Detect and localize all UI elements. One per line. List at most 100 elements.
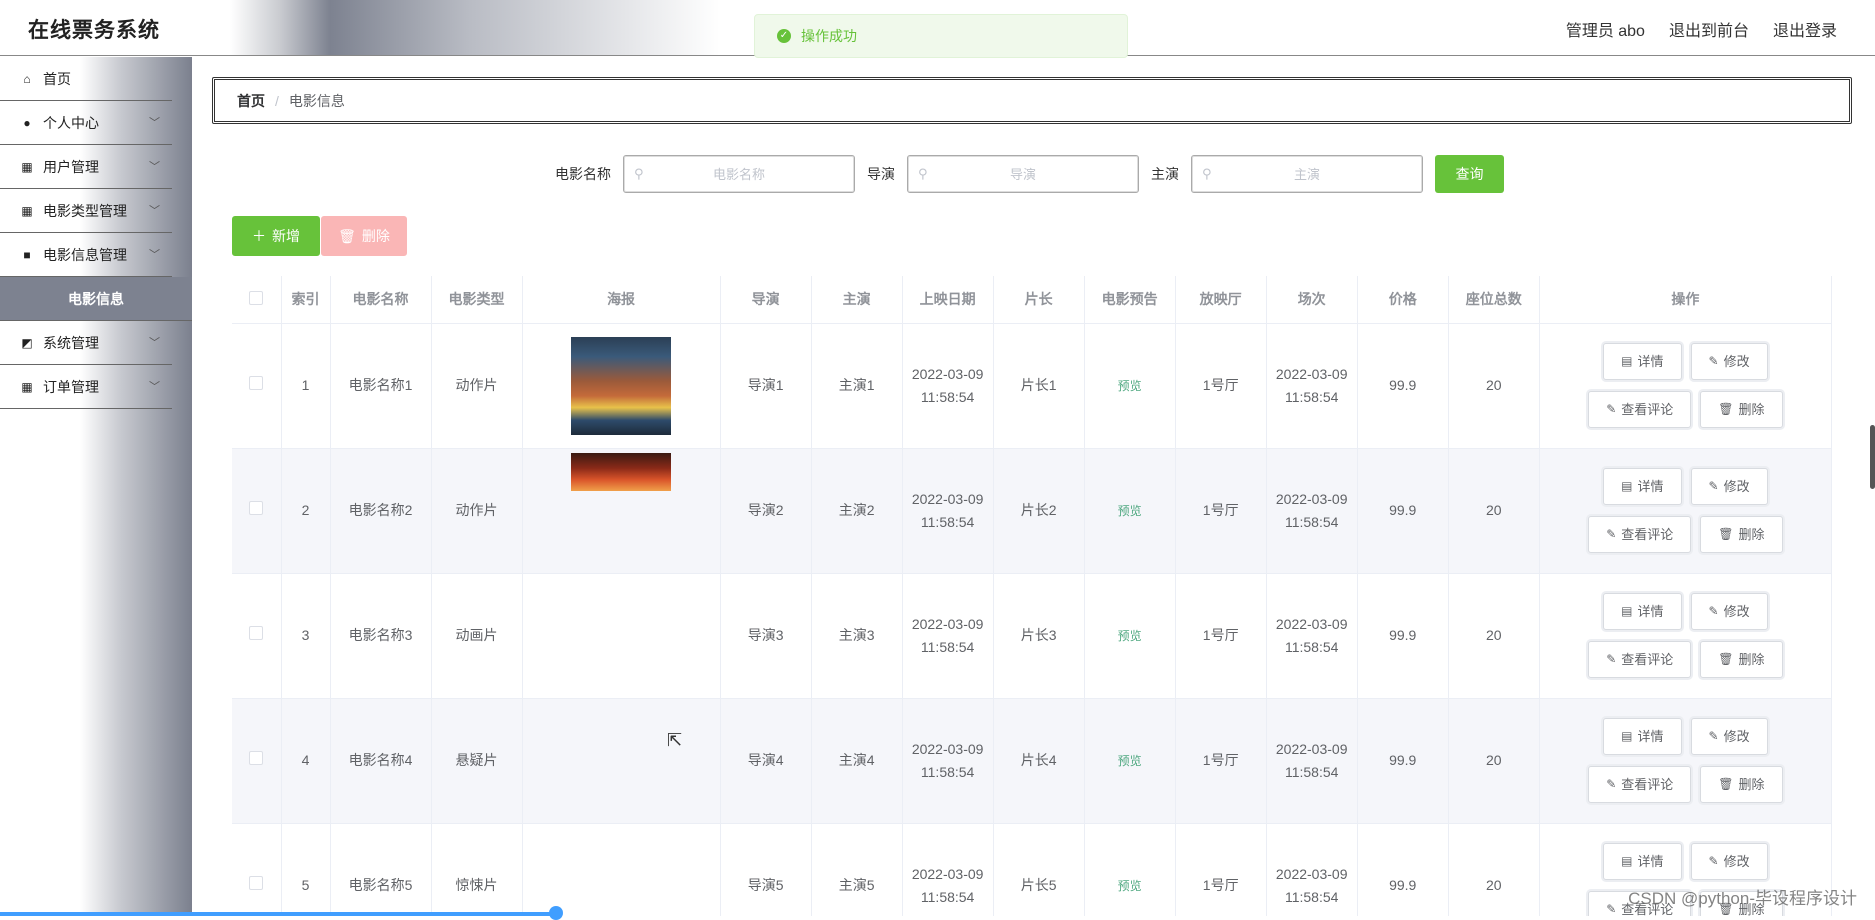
row-checkbox[interactable] <box>249 501 264 515</box>
actions-cell: ▤ 详情 ✎ 修改 ✎ 查看评论 🗑 删除 <box>1539 698 1832 824</box>
price-cell: 99.9 <box>1357 698 1449 824</box>
grid-icon: ▦ <box>21 379 33 394</box>
sidebar-item-users[interactable]: ▦ 用户管理 ﹀ <box>0 145 172 189</box>
detail-button[interactable]: ▤ 详情 <box>1603 718 1682 755</box>
hall-cell: 1号厅 <box>1175 698 1267 824</box>
row-checkbox[interactable] <box>249 751 264 765</box>
length-cell: 片长2 <box>993 448 1085 574</box>
session-cell: 2022-03-09 11:58:54 <box>1266 448 1358 574</box>
sidebar-item-profile[interactable]: ● 个人中心 ﹀ <box>0 101 172 145</box>
column-header: 上映日期 <box>902 276 994 324</box>
current-user[interactable]: 管理员 abo <box>1566 17 1645 41</box>
sidebar-item-label: 电影类型管理 <box>43 202 127 219</box>
breadcrumb-home[interactable]: 首页 <box>237 91 265 111</box>
detail-button[interactable]: ▤ 详情 <box>1603 843 1682 880</box>
director-label: 导演 <box>867 166 895 182</box>
table-row: 5 电影名称5 惊悚片 导演5 主演5 2022-03-09 11:58:54 片长5 预览 1… <box>232 823 1832 916</box>
detail-button[interactable]: ▤ 详情 <box>1603 593 1682 630</box>
delete-label: 删除 <box>1738 527 1765 542</box>
poster-cell <box>522 698 721 824</box>
sidebar-item-system[interactable]: ◩ 系统管理 ﹀ <box>0 321 172 365</box>
edit-button[interactable]: ✎ 修改 <box>1690 843 1768 880</box>
trash-icon: 🗑 <box>1718 777 1734 791</box>
trailer-preview-link[interactable]: 预览 <box>1118 754 1142 768</box>
hall-cell: 1号厅 <box>1175 323 1267 449</box>
add-button-label: 新增 <box>272 228 300 244</box>
batch-delete-button[interactable]: 🗑 删除 <box>321 216 407 256</box>
movie-poster-image[interactable] <box>571 452 672 491</box>
sidebar-item-orders[interactable]: ▦ 订单管理 ﹀ <box>0 365 172 409</box>
sidebar: ⌂ 首页 ● 个人中心 ﹀ ▦ 用户管理 ﹀ ▦ 电影类型管理 ﹀ ■ 电影信息… <box>0 57 192 916</box>
add-button[interactable]: ＋ 新增 <box>232 216 320 256</box>
trailer-preview-link[interactable]: 预览 <box>1118 504 1142 518</box>
logout-link[interactable]: 退出登录 <box>1773 17 1837 41</box>
delete-button[interactable]: 🗑 删除 <box>1700 516 1783 553</box>
app-title: 在线票务系统 <box>28 19 160 42</box>
edit-button[interactable]: ✎ 修改 <box>1690 593 1768 630</box>
briefcase-icon: ■ <box>23 247 31 262</box>
edit-button[interactable]: ✎ 修改 <box>1690 468 1768 505</box>
chevron-down-icon: ﹀ <box>149 161 160 173</box>
detail-button[interactable]: ▤ 详情 <box>1603 343 1682 380</box>
column-header: 电影名称 <box>330 276 432 324</box>
sidebar-item-label: 订单管理 <box>43 378 99 395</box>
edit-icon: ✎ <box>1708 729 1719 743</box>
view-comments-button[interactable]: ✎ 查看评论 <box>1588 391 1692 428</box>
detail-button[interactable]: ▤ 详情 <box>1603 468 1682 505</box>
director-input[interactable] <box>908 156 1138 192</box>
toast-message: 操作成功 <box>801 28 857 44</box>
edit-icon: ✎ <box>1708 854 1719 868</box>
actor-input[interactable] <box>1192 156 1422 192</box>
search-form: 电影名称 ⚲ 导演 ⚲ 主演 ⚲ 查询 <box>555 155 1504 193</box>
view-comments-button[interactable]: ✎ 查看评论 <box>1588 641 1692 678</box>
session-cell: 2022-03-09 11:58:54 <box>1266 323 1358 449</box>
sidebar-item-label: 个人中心 <box>43 114 99 131</box>
row-checkbox[interactable] <box>249 376 264 390</box>
sidebar-item-movie-types[interactable]: ▦ 电影类型管理 ﹀ <box>0 189 172 233</box>
delete-button[interactable]: 🗑 删除 <box>1700 641 1783 678</box>
select-cell <box>232 448 282 574</box>
edit-button[interactable]: ✎ 修改 <box>1690 343 1768 380</box>
row-checkbox[interactable] <box>249 626 264 640</box>
movie-poster-image[interactable] <box>571 336 672 435</box>
actions-cell: ▤ 详情 ✎ 修改 ✎ 查看评论 🗑 删除 <box>1539 448 1832 574</box>
edit-label: 修改 <box>1723 354 1750 369</box>
column-header: 索引 <box>281 276 331 324</box>
edit-icon: ✎ <box>1606 777 1617 791</box>
select-all-checkbox[interactable] <box>249 290 264 305</box>
actor-cell: 主演1 <box>811 323 903 449</box>
back-to-front-link[interactable]: 退出到前台 <box>1669 17 1749 41</box>
edit-icon: ✎ <box>1606 402 1617 416</box>
delete-button[interactable]: 🗑 删除 <box>1700 766 1783 803</box>
trailer-cell: 预览 <box>1084 323 1176 449</box>
select-cell <box>232 573 282 699</box>
video-progress-bar[interactable] <box>0 912 555 916</box>
director-cell: 导演3 <box>720 573 812 699</box>
edit-icon: ✎ <box>1606 527 1617 541</box>
trailer-preview-link[interactable]: 预览 <box>1118 879 1142 893</box>
trailer-preview-link[interactable]: 预览 <box>1118 629 1142 643</box>
view-comments-button[interactable]: ✎ 查看评论 <box>1588 766 1692 803</box>
document-icon: ▤ <box>1621 354 1633 368</box>
video-progress-handle[interactable] <box>549 906 563 920</box>
movie-type-cell: 惊悚片 <box>431 823 523 916</box>
index-cell: 3 <box>281 573 331 699</box>
breadcrumb-separator: / <box>275 92 279 109</box>
sidebar-item-home[interactable]: ⌂ 首页 <box>0 57 172 101</box>
session-text: 2022-03-09 11:58:54 <box>1275 365 1348 405</box>
row-checkbox[interactable] <box>249 876 264 890</box>
director-cell: 导演4 <box>720 698 812 824</box>
document-icon: ▤ <box>1621 604 1633 618</box>
trailer-preview-link[interactable]: 预览 <box>1118 379 1142 393</box>
edit-button[interactable]: ✎ 修改 <box>1690 718 1768 755</box>
page-scrollbar[interactable] <box>1870 425 1875 489</box>
sidebar-item-movie-info[interactable]: ■ 电影信息管理 ﹀ <box>0 233 172 277</box>
movie-name-input[interactable] <box>624 156 854 192</box>
view-comments-button[interactable]: ✎ 查看评论 <box>1588 516 1692 553</box>
query-button[interactable]: 查询 <box>1435 155 1504 193</box>
delete-button[interactable]: 🗑 删除 <box>1700 391 1783 428</box>
session-cell: 2022-03-09 11:58:54 <box>1266 573 1358 699</box>
document-icon: ▤ <box>1621 479 1633 493</box>
session-cell: 2022-03-09 11:58:54 <box>1266 823 1358 916</box>
sidebar-subitem-movie-info[interactable]: 电影信息 <box>0 277 192 321</box>
